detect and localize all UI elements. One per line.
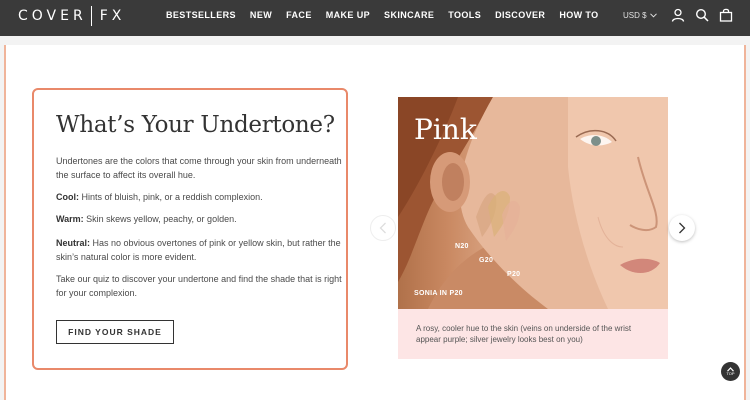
undertone-card: What’s Your Undertone? Undertones are th… bbox=[32, 88, 348, 370]
search-icon[interactable] bbox=[695, 8, 709, 22]
find-your-shade-button[interactable]: FIND YOUR SHADE bbox=[56, 320, 174, 344]
nav-how-to[interactable]: HOW TO bbox=[559, 10, 598, 20]
currency-value: USD $ bbox=[623, 11, 647, 20]
neutral-label: Neutral: bbox=[56, 238, 91, 248]
cool-text: Hints of bluish, pink, or a reddish comp… bbox=[79, 192, 263, 202]
currency-selector[interactable]: USD $ bbox=[623, 11, 657, 20]
bag-icon[interactable] bbox=[719, 8, 733, 22]
nav-bestsellers[interactable]: BESTSELLERS bbox=[166, 10, 236, 20]
nav-face[interactable]: FACE bbox=[286, 10, 312, 20]
swatch-label-n20: N20 bbox=[455, 243, 469, 250]
nav-new[interactable]: NEW bbox=[250, 10, 272, 20]
undertone-title: What’s Your Undertone? bbox=[56, 112, 335, 138]
logo-divider bbox=[90, 6, 92, 26]
back-to-top-button[interactable]: TOP bbox=[721, 362, 740, 381]
neutral-text: Has no obvious overtones of pink or yell… bbox=[56, 238, 341, 262]
site-header: COVER FX BESTSELLERS NEW FACE MAKE UP SK… bbox=[0, 0, 750, 36]
warm-label: Warm: bbox=[56, 214, 84, 224]
swatch-label-g20: G20 bbox=[479, 257, 494, 264]
slider-prev-button[interactable] bbox=[370, 215, 396, 241]
nav-make-up[interactable]: MAKE UP bbox=[326, 10, 370, 20]
slide-caption: A rosy, cooler hue to the skin (veins on… bbox=[398, 309, 668, 359]
swatch-label-p20: P20 bbox=[507, 271, 521, 278]
chevron-down-icon bbox=[649, 13, 657, 18]
neutral-definition: Neutral: Has no obvious overtones of pin… bbox=[56, 236, 346, 264]
back-to-top-label: TOP bbox=[726, 371, 735, 376]
slide-title: Pink bbox=[414, 113, 477, 146]
nav-skincare[interactable]: SKINCARE bbox=[384, 10, 434, 20]
nav-tools[interactable]: TOOLS bbox=[448, 10, 481, 20]
nav-discover[interactable]: DISCOVER bbox=[495, 10, 545, 20]
undertone-slider: Pink N20 G20 P20 SONIA IN P20 A rosy, co… bbox=[398, 97, 668, 359]
brand-logo[interactable]: COVER FX bbox=[18, 6, 125, 26]
warm-definition: Warm: Skin skews yellow, peachy, or gold… bbox=[56, 212, 346, 226]
undertone-intro: Undertones are the colors that come thro… bbox=[56, 156, 342, 180]
warm-text: Skin skews yellow, peachy, or golden. bbox=[83, 214, 237, 224]
logo-word-fx: FX bbox=[99, 8, 126, 24]
main-nav: BESTSELLERS NEW FACE MAKE UP SKINCARE TO… bbox=[166, 10, 613, 20]
model-photo: Pink N20 G20 P20 SONIA IN P20 bbox=[398, 97, 668, 309]
logo-word-cover: COVER bbox=[18, 8, 87, 24]
cool-label: Cool: bbox=[56, 192, 79, 202]
chevron-left-icon bbox=[379, 222, 386, 234]
quiz-text: Take our quiz to discover your undertone… bbox=[56, 274, 342, 298]
account-icon[interactable] bbox=[671, 8, 685, 22]
slider-next-button[interactable] bbox=[669, 215, 695, 241]
model-shade-label: SONIA IN P20 bbox=[414, 290, 463, 297]
cool-definition: Cool: Hints of bluish, pink, or a reddis… bbox=[56, 190, 346, 204]
chevron-right-icon bbox=[679, 222, 686, 234]
